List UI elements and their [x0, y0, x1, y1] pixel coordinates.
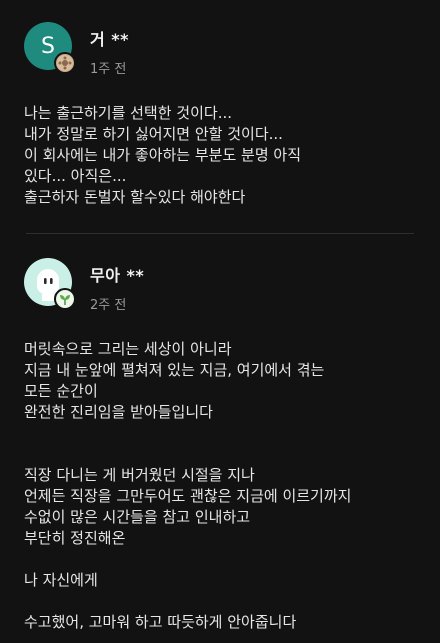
- comment-meta: 거 ** 1주 전: [90, 22, 129, 77]
- avatar[interactable]: S: [24, 22, 76, 74]
- comment-time: 1주 전: [90, 62, 127, 77]
- comment-text: 나는 출근하기를 선택한 것이다... 내가 정말로 하기 싫어지면 안할 것이…: [24, 104, 302, 206]
- comment-meta: 무아 ** 2주 전: [90, 258, 144, 313]
- comment-item: 무아 ** 2주 전 머릿속으로 그리는 세상이 아니라 지금 내 눈앞에 펼쳐…: [0, 234, 440, 643]
- comment-time: 2주 전: [90, 298, 127, 313]
- comment-header: S 거 ** 1주 전: [24, 22, 416, 77]
- comment-text: 머릿속으로 그리는 세상이 아니라 지금 내 눈앞에 펼쳐져 있는 지금, 여기…: [24, 340, 352, 631]
- avatar-letter: S: [41, 33, 55, 59]
- comment-header: 무아 ** 2주 전: [24, 258, 416, 313]
- commenter-name[interactable]: 무아 **: [90, 262, 144, 286]
- membership-badge-icon: [54, 52, 76, 74]
- comment-item: S 거 ** 1주 전 나는 출근하기를 선택한 것이다... 내가 정말로 하…: [0, 0, 440, 208]
- avatar[interactable]: [24, 258, 76, 310]
- plant-badge-icon: [54, 288, 76, 310]
- commenter-name[interactable]: 거 **: [90, 26, 129, 50]
